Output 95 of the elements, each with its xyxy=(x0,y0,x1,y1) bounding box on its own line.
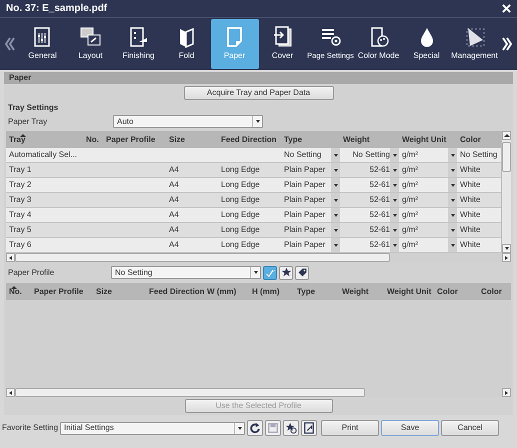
table-cell-text: g/m² xyxy=(401,239,419,251)
column-header[interactable]: W (mm) xyxy=(204,286,249,298)
table-cell-text: A4 xyxy=(168,224,179,236)
toolbar-tab[interactable]: General xyxy=(18,19,66,69)
toolbar-tab[interactable]: Fold xyxy=(162,19,210,69)
field-label: Favorite Setting xyxy=(2,422,58,434)
column-header[interactable]: Tray xyxy=(6,134,83,146)
table-cell-text: g/m² xyxy=(401,194,419,206)
table-row[interactable]: Tray 5 A4 Long Edge Plain Paper 52-61 g/m² White xyxy=(6,223,501,238)
toolbar-tab[interactable]: Finishing xyxy=(114,19,162,69)
table-cell-text: g/m² xyxy=(401,209,419,221)
table-cell-text: No Setting xyxy=(283,149,322,161)
table-cell-text: A4 xyxy=(168,194,179,206)
field-label: Paper Profile xyxy=(8,266,56,278)
table-cell-text: Automatically Sel... xyxy=(8,149,78,161)
paper-profile-dropdown[interactable]: No Setting xyxy=(111,266,261,279)
table-cell-text: Tray 2 xyxy=(8,179,32,191)
column-header[interactable]: Type xyxy=(294,286,339,298)
table-cell-text: g/m² xyxy=(401,179,419,191)
table-cell-text: Long Edge xyxy=(220,164,260,176)
column-header[interactable]: Weight xyxy=(339,286,384,298)
table-cell-text: Plain Paper xyxy=(283,164,326,176)
paper-tray-dropdown[interactable]: Auto xyxy=(113,115,263,128)
toolbar-tab[interactable]: Cover xyxy=(258,19,306,69)
table-cell-text: Long Edge xyxy=(220,194,260,206)
table-cell-text: 52-61 xyxy=(368,194,390,206)
table-cell-text: Plain Paper xyxy=(283,224,326,236)
field-label: Paper Tray xyxy=(8,116,48,128)
table-cell-text: g/m² xyxy=(401,149,419,161)
column-header[interactable]: Feed Direction xyxy=(146,286,204,298)
table-cell-text: A4 xyxy=(168,179,179,191)
table-cell-text: Tray 3 xyxy=(8,194,32,206)
section-title: Paper xyxy=(4,72,513,84)
table-cell-text: Plain Paper xyxy=(283,239,326,251)
table-cell-text: Plain Paper xyxy=(283,209,326,221)
table-cell-text: Long Edge xyxy=(220,224,260,236)
table-cell-text: 52-61 xyxy=(368,179,390,191)
column-header[interactable]: No. xyxy=(6,286,31,298)
table-cell-text: g/m² xyxy=(401,224,419,236)
table-row[interactable]: Automatically Sel... No Setting No Setting g/m² No Setting xyxy=(6,148,501,163)
table-cell-text: Long Edge xyxy=(220,179,260,191)
table-cell-text: White xyxy=(459,239,480,251)
table-cell-text: Plain Paper xyxy=(283,194,326,206)
table-cell-text: 52-61 xyxy=(368,209,390,221)
table-row[interactable]: Tray 1 A4 Long Edge Plain Paper 52-61 g/m² White xyxy=(6,163,501,178)
table-cell-text: Tray 4 xyxy=(8,209,32,221)
toolbar-tab[interactable]: Color Mode xyxy=(354,19,402,69)
table-cell-text: 52-61 xyxy=(368,164,390,176)
table-cell-text: Tray 5 xyxy=(8,224,32,236)
column-header[interactable]: Size xyxy=(93,286,146,298)
table-cell-text: Long Edge xyxy=(220,209,260,221)
footer-button[interactable]: Print xyxy=(321,420,380,436)
toolbar-tab[interactable]: Management xyxy=(450,19,498,69)
table-row[interactable]: Tray 6 A4 Long Edge Plain Paper 52-61 g/m² White xyxy=(6,238,501,253)
column-header[interactable]: Color xyxy=(478,286,508,298)
table-cell-text: Tray 1 xyxy=(8,164,32,176)
table-cell-text: 52-61 xyxy=(368,239,390,251)
table-cell-text: White xyxy=(459,209,480,221)
favorite-setting-dropdown[interactable]: Initial Settings xyxy=(60,422,246,434)
table-cell-text: Plain Paper xyxy=(283,179,326,191)
toolbar-tab[interactable]: Special xyxy=(402,19,450,69)
footer-button[interactable]: Save xyxy=(381,420,440,436)
table-cell-text: 52-61 xyxy=(368,224,390,236)
window-title: No. 37: E_sample.pdf xyxy=(6,2,108,16)
column-header[interactable]: No. xyxy=(83,134,103,146)
table-cell-text: White xyxy=(459,179,480,191)
acquire-data-button[interactable]: Acquire Tray and Paper Data xyxy=(184,86,334,100)
column-header[interactable]: Paper Profile xyxy=(103,134,166,146)
column-header[interactable]: Paper Profile xyxy=(31,286,93,298)
column-header[interactable]: Color xyxy=(457,134,497,146)
table-cell-text: Tray 6 xyxy=(8,239,32,251)
table-row[interactable]: Tray 3 A4 Long Edge Plain Paper 52-61 g/m² White xyxy=(6,193,501,208)
toolbar-tab[interactable]: Layout xyxy=(66,19,114,69)
table-row[interactable]: Tray 2 A4 Long Edge Plain Paper 52-61 g/m² White xyxy=(6,178,501,193)
footer-button[interactable]: Cancel xyxy=(441,420,500,436)
table-cell-text: White xyxy=(459,224,480,236)
column-header[interactable]: Size xyxy=(166,134,218,146)
column-header[interactable]: Color xyxy=(434,286,478,298)
column-header[interactable]: Weight xyxy=(340,134,399,146)
table-row[interactable]: Tray 4 A4 Long Edge Plain Paper 52-61 g/m² White xyxy=(6,208,501,223)
table-cell-text: A4 xyxy=(168,239,179,251)
table-cell-text: A4 xyxy=(168,209,179,221)
table-cell-text: A4 xyxy=(168,164,179,176)
column-header[interactable]: Feed Direction xyxy=(218,134,281,146)
column-header[interactable]: Weight Unit xyxy=(399,134,457,146)
table-cell-text: White xyxy=(459,164,480,176)
column-header[interactable]: Weight Unit xyxy=(384,286,434,298)
table-cell-text: No Setting xyxy=(459,149,497,161)
table-cell-text: No Setting xyxy=(352,149,390,161)
column-header[interactable]: H (mm) xyxy=(249,286,294,298)
table-cell-text: Long Edge xyxy=(220,239,260,251)
column-header[interactable]: Type xyxy=(281,134,340,146)
group-title: Tray Settings xyxy=(8,102,60,114)
table-cell-text: g/m² xyxy=(401,164,419,176)
table-cell-text: White xyxy=(459,194,480,206)
